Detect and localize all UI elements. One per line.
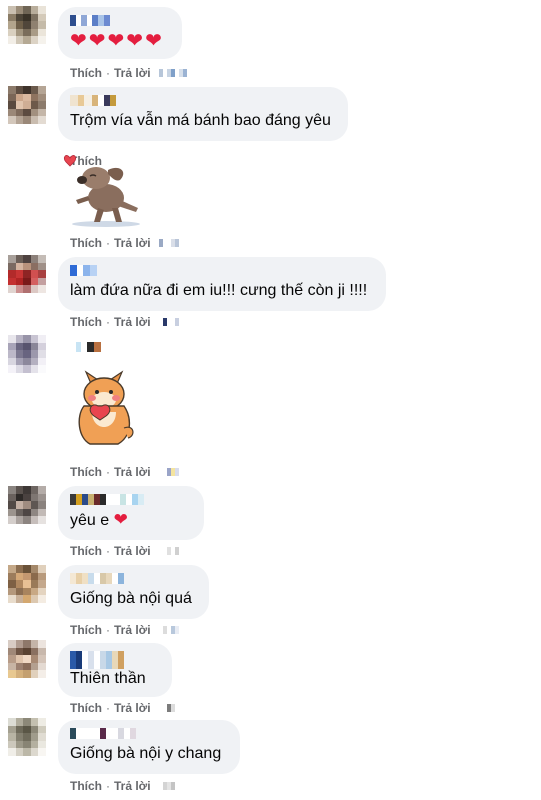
separator: · xyxy=(106,315,110,329)
dog-sticker xyxy=(63,155,140,227)
timestamp-blurred[interactable] xyxy=(158,468,179,476)
comment-bubble: Thiên thần xyxy=(58,643,172,697)
separator: · xyxy=(106,623,110,637)
commenter-name-blurred[interactable] xyxy=(70,95,336,106)
reply-button[interactable]: Trả lời xyxy=(114,465,151,479)
like-button[interactable]: Thích xyxy=(70,779,102,793)
timestamp-blurred[interactable] xyxy=(158,782,175,790)
comment-text-label: yêu e xyxy=(70,512,110,529)
reply-button[interactable]: Trả lời xyxy=(114,779,151,793)
avatar[interactable] xyxy=(8,565,46,603)
separator: · xyxy=(106,544,110,558)
like-button[interactable]: Thích xyxy=(70,701,102,715)
avatar[interactable] xyxy=(8,640,46,678)
avatar[interactable] xyxy=(8,486,46,524)
avatar[interactable] xyxy=(8,335,46,373)
separator: · xyxy=(106,236,110,250)
heart-emoji: ❤ xyxy=(70,30,87,52)
reply-button[interactable]: Trả lời xyxy=(114,544,151,558)
separator: · xyxy=(106,465,110,479)
comment-actions: Thích · Trả lời xyxy=(70,623,179,637)
commenter-name-blurred[interactable] xyxy=(76,342,101,352)
reply-button[interactable]: Trả lời xyxy=(114,315,151,329)
like-button[interactable]: Thích xyxy=(70,315,102,329)
shiba-heart-sticker xyxy=(78,370,134,445)
comment-actions: Thích · Trả lời xyxy=(70,544,179,558)
comment-text: Thiên thần xyxy=(70,670,146,687)
avatar[interactable] xyxy=(8,718,46,756)
separator: · xyxy=(106,779,110,793)
reply-button[interactable]: Trả lời xyxy=(114,236,151,250)
comment-actions: Thích · Trả lời xyxy=(70,701,175,715)
timestamp-blurred[interactable] xyxy=(158,626,179,634)
hearts-reaction-text: ❤ ❤ ❤ ❤ ❤ xyxy=(70,31,170,51)
comment-actions: Thích · Trả lời xyxy=(70,465,179,479)
commenter-name-blurred[interactable] xyxy=(70,15,170,26)
separator: · xyxy=(106,701,110,715)
like-button[interactable]: Thích xyxy=(70,544,102,558)
heart-emoji: ❤ xyxy=(126,30,144,52)
comment-text: Giống bà nội y chang xyxy=(70,745,222,762)
reply-button[interactable]: Trả lời xyxy=(114,701,151,715)
comment-text: Giống bà nội quá xyxy=(70,590,192,607)
heart-emoji: ❤ xyxy=(88,30,106,52)
comment-bubble: làm đứa nữa đi em iu!!! cưng thế còn ji … xyxy=(58,257,386,311)
avatar[interactable] xyxy=(8,86,46,124)
comment-actions: Thích · Trả lời xyxy=(70,315,179,329)
comment-actions: Thích · Trả lời xyxy=(70,66,187,80)
timestamp-blurred[interactable] xyxy=(158,547,179,555)
comment-bubble: Giống bà nội quá xyxy=(58,565,209,619)
comment-bubble: Trộm vía vẫn má bánh bao đáng yêu xyxy=(58,87,348,141)
timestamp-blurred[interactable] xyxy=(158,704,175,712)
avatar[interactable] xyxy=(8,255,46,293)
comment-text: Trộm vía vẫn má bánh bao đáng yêu xyxy=(70,112,331,129)
like-button[interactable]: Thích xyxy=(70,465,102,479)
timestamp-blurred[interactable] xyxy=(158,239,179,247)
comment-actions: Thích · Trả lời xyxy=(70,779,175,793)
comment-bubble: yêu e ❤ xyxy=(58,486,204,540)
separator: · xyxy=(106,66,110,80)
timestamp-blurred[interactable] xyxy=(158,69,187,77)
commenter-name-blurred[interactable] xyxy=(70,265,374,276)
comment-bubble: ❤ ❤ ❤ ❤ ❤ xyxy=(58,7,182,59)
heart-emoji: ❤ xyxy=(145,30,162,52)
heart-emoji: ❤ xyxy=(107,30,125,52)
comment-bubble: Giống bà nội y chang xyxy=(58,720,240,774)
reply-button[interactable]: Trả lời xyxy=(114,623,151,637)
commenter-name-blurred[interactable] xyxy=(70,573,197,584)
comment-text: làm đứa nữa đi em iu!!! cưng thế còn ji … xyxy=(70,282,368,299)
like-button[interactable]: Thích xyxy=(70,236,102,250)
reply-button[interactable]: Trả lời xyxy=(114,66,151,80)
comment-actions: Thích · Trả lời xyxy=(70,236,179,250)
commenter-name-blurred[interactable] xyxy=(70,494,192,505)
heart-emoji: ❤ xyxy=(113,510,128,529)
timestamp-blurred[interactable] xyxy=(158,318,179,326)
commenter-name-blurred[interactable] xyxy=(70,651,160,669)
like-button[interactable]: Thích xyxy=(70,623,102,637)
like-button[interactable]: Thích xyxy=(70,66,102,80)
commenter-name-blurred[interactable] xyxy=(70,728,228,739)
avatar[interactable] xyxy=(8,6,46,44)
comment-text: yêu e ❤ xyxy=(70,510,192,531)
